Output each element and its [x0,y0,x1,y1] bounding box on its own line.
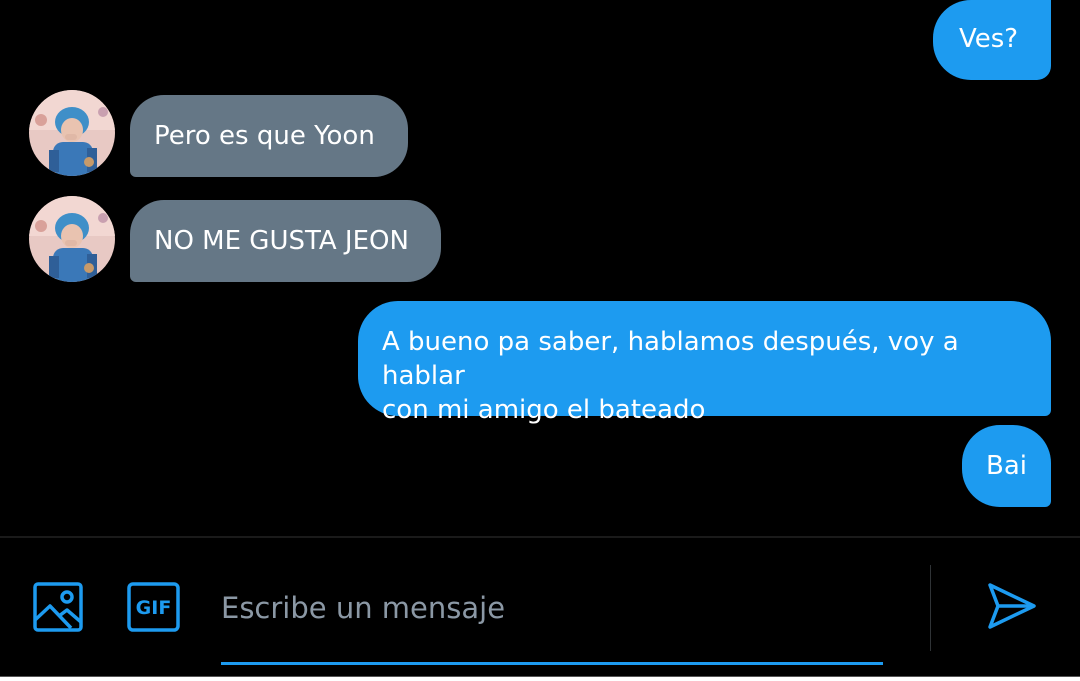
bottom-edge [0,676,1080,681]
gif-button[interactable]: GIF [127,582,180,632]
message-incoming[interactable]: NO ME GUSTA JEON [130,200,441,282]
message-outgoing[interactable]: A bueno pa saber, hablamos después, voy … [358,301,1051,425]
chat-screen: Ves? Pero es que Yoon NO ME GUSTA JEON A… [0,0,1080,681]
avatar-photo [29,90,115,176]
message-incoming[interactable]: Pero es que Yoon [130,95,408,177]
message-outgoing[interactable]: Ves? [933,0,1051,80]
avatar-photo [29,196,115,282]
avatar[interactable] [29,90,115,176]
composer-separator [930,565,931,651]
message-input-wrapper [221,568,883,666]
send-icon[interactable] [987,582,1037,630]
message-composer: GIF [0,538,1080,681]
image-icon[interactable] [33,582,83,632]
avatar[interactable] [29,196,115,282]
message-outgoing[interactable]: Bai [962,425,1051,507]
input-underline [221,662,883,665]
message-input[interactable] [221,578,883,638]
gif-label: GIF [136,597,172,619]
